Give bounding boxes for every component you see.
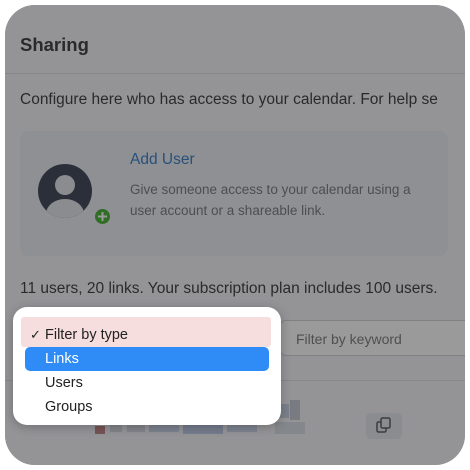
menu-item-label: Filter by type xyxy=(45,327,128,343)
menu-item-label: Users xyxy=(45,375,83,391)
menu-item-label: Links xyxy=(45,351,79,367)
filter-type-dropdown[interactable]: ✓ Filter by type Links Users Groups xyxy=(13,307,281,425)
menu-item-label: Groups xyxy=(45,399,93,415)
menu-item-groups[interactable]: Groups xyxy=(25,395,269,419)
menu-item-users[interactable]: Users xyxy=(25,371,269,395)
filter-type-menu[interactable]: ✓ Filter by type Links Users Groups xyxy=(25,323,269,419)
screenshot-frame: Sharing Configure here who has access to… xyxy=(5,5,465,465)
menu-item-links[interactable]: Links xyxy=(25,347,269,371)
check-icon: ✓ xyxy=(30,327,41,342)
menu-item-filter-by-type[interactable]: ✓ Filter by type xyxy=(25,323,269,347)
